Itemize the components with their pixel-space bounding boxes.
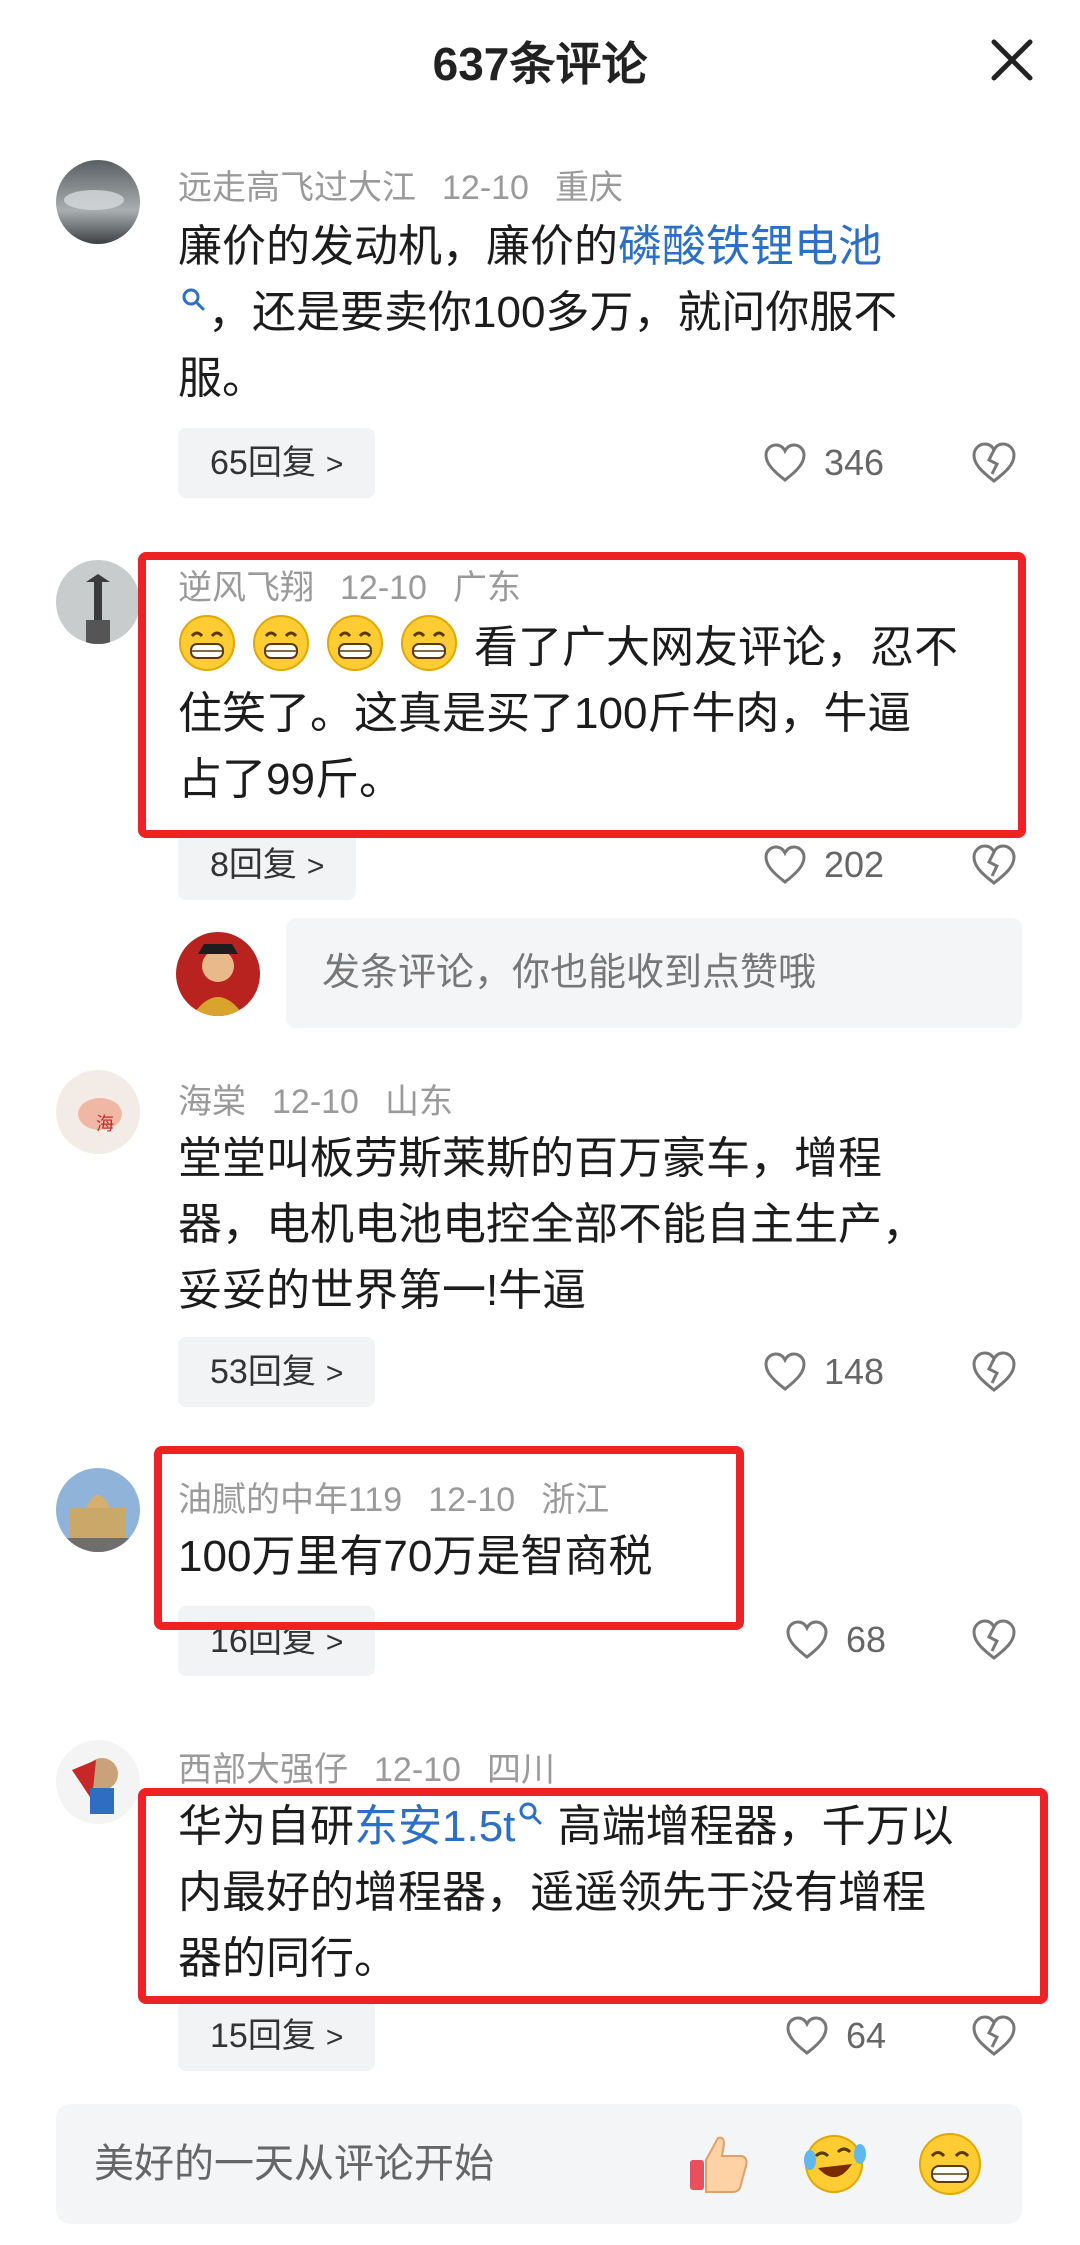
comment-text: 华为自研东安1.5t 高端增程器，千万以 内最好的增程器，遥遥领先于没有增程 器… xyxy=(178,1794,1018,1992)
grinning-emoji-icon xyxy=(179,615,235,671)
replies-button[interactable]: 16回复 > xyxy=(178,1606,376,1676)
like-button[interactable]: 346 xyxy=(762,433,884,493)
comment-location: 山东 xyxy=(384,1083,453,1121)
heart-icon xyxy=(764,1352,806,1391)
search-icon[interactable] xyxy=(517,1800,545,1828)
chevron-right-icon: > xyxy=(325,1626,344,1659)
comment-meta: 油腻的中年119 12-10 浙江 xyxy=(178,1472,609,1521)
comment-text-segment: 占了99斤。 xyxy=(178,755,403,804)
comment-composer: 美好的一天从评论开始 xyxy=(56,2104,1022,2224)
heart-icon xyxy=(764,845,806,884)
avatar[interactable] xyxy=(56,160,140,244)
username[interactable]: 海棠 xyxy=(178,1083,246,1121)
comment-text-segment: 住笑了。这真是买了100斤牛肉，牛逼 xyxy=(178,689,912,738)
replies-button[interactable]: 53回复 > xyxy=(178,1337,376,1407)
like-count: 68 xyxy=(846,1619,887,1660)
like-button[interactable]: 68 xyxy=(784,1610,886,1670)
replies-label: 53回复 xyxy=(210,1353,316,1391)
like-count: 202 xyxy=(824,844,885,885)
avatar[interactable]: 海 xyxy=(56,1070,140,1154)
replies-button[interactable]: 15回复 > xyxy=(178,2001,376,2071)
close-icon[interactable] xyxy=(986,34,1038,86)
heart-icon xyxy=(764,443,806,482)
comment-text-segment: 高端增程器，千万以 xyxy=(545,1802,954,1851)
like-count: 148 xyxy=(824,1351,885,1392)
comment-text-segment: 堂堂叫板劳斯莱斯的百万豪车，增程 xyxy=(178,1134,882,1183)
avatar[interactable] xyxy=(56,1740,140,1824)
avatar xyxy=(176,932,260,1016)
comment-text-segment: 器，电机电池电控全部不能自主生产， xyxy=(178,1200,926,1249)
comment-text: 廉价的发动机，廉价的磷酸铁锂电池 ，还是要卖你100多万，就问你服不 服。 xyxy=(178,214,1018,412)
broken-heart-icon[interactable] xyxy=(970,439,1018,487)
broken-heart-icon[interactable] xyxy=(970,1616,1018,1664)
chevron-right-icon: > xyxy=(325,1357,344,1390)
grinning-emoji-icon[interactable] xyxy=(916,2130,984,2198)
comment-text-segment: 器的同行。 xyxy=(178,1934,398,1983)
like-button[interactable]: 202 xyxy=(762,835,884,895)
replies-label: 65回复 xyxy=(210,444,316,482)
comment-text-segment: 妥妥的世界第一!牛逼 xyxy=(178,1266,587,1315)
comment-meta: 海棠 12-10 山东 xyxy=(178,1074,453,1123)
comment-text-segment: ，还是要卖你100多万，就问你服不 xyxy=(208,288,898,337)
chevron-right-icon: > xyxy=(325,448,344,481)
username[interactable]: 远走高飞过大江 xyxy=(178,169,416,207)
svg-text:海: 海 xyxy=(96,1114,114,1135)
username[interactable]: 油腻的中年119 xyxy=(178,1481,402,1519)
avatar[interactable] xyxy=(56,560,140,644)
comment-text-segment: 华为自研 xyxy=(178,1802,354,1851)
comment-text-segment: 廉价的发动机，廉价的 xyxy=(178,222,618,271)
comment-date: 12-10 xyxy=(340,569,427,607)
broken-heart-icon[interactable] xyxy=(970,841,1018,889)
search-link[interactable]: 东安1.5t xyxy=(354,1802,515,1851)
comment-date: 12-10 xyxy=(272,1083,359,1121)
grinning-emoji-icon xyxy=(253,615,309,671)
grinning-emoji-icon xyxy=(401,615,457,671)
comments-header: 637条评论 xyxy=(0,0,1080,120)
comment-location: 重庆 xyxy=(554,169,623,207)
comment-location: 浙江 xyxy=(541,1481,610,1519)
comment-date: 12-10 xyxy=(374,1751,461,1789)
replies-button[interactable]: 65回复 > xyxy=(178,428,376,498)
chevron-right-icon: > xyxy=(306,850,325,883)
broken-heart-icon[interactable] xyxy=(970,1348,1018,1396)
reply-prompt-row: 发条评论，你也能收到点赞哦 xyxy=(0,918,1080,1028)
comment-text-segment: 看了广大网友评论，忍不 xyxy=(474,623,958,672)
comment-count-title: 637条评论 xyxy=(432,38,648,90)
comment-date: 12-10 xyxy=(442,169,529,207)
avatar[interactable] xyxy=(56,1468,140,1552)
broken-heart-icon[interactable] xyxy=(970,2012,1018,2060)
comment-text-segment: 内最好的增程器，遥遥领先于没有增程 xyxy=(178,1868,926,1917)
comment-text-segment: 100万里有70万是智商税 xyxy=(178,1532,653,1581)
like-button[interactable]: 64 xyxy=(784,2006,886,2066)
like-count: 346 xyxy=(824,442,885,483)
like-count: 64 xyxy=(846,2015,887,2056)
comment-text: 堂堂叫板劳斯莱斯的百万豪车，增程 器，电机电池电控全部不能自主生产， 妥妥的世界… xyxy=(178,1126,1018,1324)
comment-meta: 远走高飞过大江 12-10 重庆 xyxy=(178,160,623,209)
comment-location: 四川 xyxy=(486,1751,555,1789)
like-button[interactable]: 148 xyxy=(762,1342,884,1402)
comment-meta: 西部大强仔 12-10 四川 xyxy=(178,1742,555,1791)
comment-text: 看了广大网友评论，忍不 住笑了。这真是买了100斤牛肉，牛逼 占了99斤。 xyxy=(178,614,1018,813)
comment-text: 100万里有70万是智商税 xyxy=(178,1524,1018,1590)
reply-input[interactable]: 发条评论，你也能收到点赞哦 xyxy=(286,918,1022,1028)
replies-label: 8回复 xyxy=(210,846,297,884)
composer-input[interactable]: 美好的一天从评论开始 xyxy=(94,2104,494,2224)
replies-label: 15回复 xyxy=(210,2017,316,2055)
comment-text-segment: 服。 xyxy=(178,354,266,403)
username[interactable]: 逆风飞翔 xyxy=(178,569,314,607)
comment-location: 广东 xyxy=(452,569,521,607)
search-link[interactable]: 磷酸铁锂电池 xyxy=(618,222,882,271)
heart-icon xyxy=(786,1620,828,1659)
comment-date: 12-10 xyxy=(428,1481,516,1519)
search-icon[interactable] xyxy=(180,286,208,314)
comment-meta: 逆风飞翔 12-10 广东 xyxy=(178,560,521,609)
grinning-emoji-icon xyxy=(327,615,383,671)
replies-label: 16回复 xyxy=(210,1622,316,1660)
chevron-right-icon: > xyxy=(325,2021,344,2054)
thumbs-up-emoji-icon[interactable] xyxy=(684,2130,752,2198)
username[interactable]: 西部大强仔 xyxy=(178,1751,348,1789)
replies-button[interactable]: 8回复 > xyxy=(178,830,357,900)
laughing-crying-emoji-icon[interactable] xyxy=(800,2130,868,2198)
heart-icon xyxy=(786,2016,828,2055)
